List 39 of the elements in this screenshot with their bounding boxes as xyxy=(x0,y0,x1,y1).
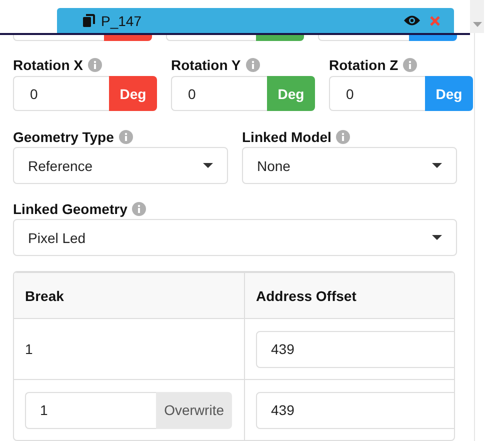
field-label: Rotation Y xyxy=(171,57,241,73)
input-field[interactable]: 439 xyxy=(256,392,454,428)
field-label: Rotation X xyxy=(13,57,83,73)
dropdown[interactable]: Pixel Led xyxy=(13,219,457,256)
field-label: Rotation Z xyxy=(329,57,398,73)
caret-icon xyxy=(203,163,213,168)
info-icon xyxy=(118,130,133,144)
info-icon xyxy=(132,202,146,216)
input-field[interactable]: 0 xyxy=(13,76,109,111)
info-icon xyxy=(246,58,260,72)
caret-icon xyxy=(432,235,442,240)
dropdown[interactable]: None xyxy=(242,147,457,184)
close-icon[interactable] xyxy=(430,16,440,26)
unit-button[interactable] xyxy=(256,35,304,41)
layer-tab[interactable]: P_147 xyxy=(57,8,454,33)
scrollbar[interactable] xyxy=(470,0,484,33)
layer-name: P_147 xyxy=(101,12,142,28)
overwrite-button[interactable]: Overwrite xyxy=(156,392,232,428)
table-cell: 1 xyxy=(25,341,33,357)
field-label: Geometry Type xyxy=(13,129,114,145)
column-header: Address Offset xyxy=(244,273,454,318)
caret-icon xyxy=(432,163,442,168)
copy-icon xyxy=(83,14,95,27)
input-field[interactable]: 0 xyxy=(171,76,267,111)
unit-button[interactable]: Deg xyxy=(109,76,157,111)
unit-button[interactable] xyxy=(104,35,152,41)
input-field[interactable]: 0 xyxy=(329,76,425,111)
input-field[interactable]: 439 xyxy=(256,330,454,368)
scroll-down-icon[interactable] xyxy=(472,22,482,27)
input-field[interactable]: 1 xyxy=(25,392,156,428)
info-icon xyxy=(88,58,102,72)
info-icon xyxy=(336,130,350,144)
unit-button[interactable] xyxy=(409,35,458,41)
column-header: Break xyxy=(24,286,65,306)
field-label: Linked Model xyxy=(242,129,332,145)
field-label: Linked Geometry xyxy=(13,201,128,217)
info-icon xyxy=(403,58,418,72)
dropdown[interactable]: Reference xyxy=(13,147,228,184)
eye-icon[interactable] xyxy=(404,15,420,26)
